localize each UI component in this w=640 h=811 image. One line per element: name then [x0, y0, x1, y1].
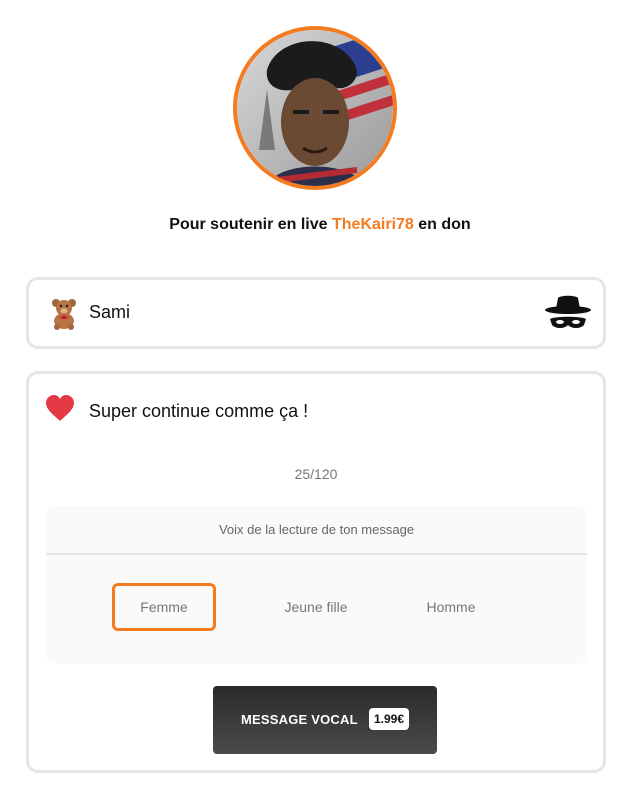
incognito-hat-icon[interactable] — [544, 295, 592, 335]
voice-option-homme[interactable]: Homme — [399, 583, 503, 631]
teddy-bear-icon — [52, 299, 76, 330]
message-input[interactable]: Super continue comme ça ! — [89, 401, 308, 422]
name-field[interactable]: Sami — [26, 277, 606, 349]
support-suffix: en don — [418, 216, 471, 233]
character-counter: 25/120 — [294, 466, 338, 482]
streamer-avatar-image — [237, 30, 393, 186]
message-vocal-button[interactable]: MESSAGE VOCAL 1.99€ — [213, 686, 437, 754]
price-badge: 1.99€ — [369, 708, 410, 730]
divider — [46, 553, 587, 555]
streamer-avatar — [233, 26, 397, 190]
message-card: Super continue comme ça ! 25/120 Voix de… — [26, 371, 606, 773]
voice-title: Voix de la lecture de ton message — [218, 522, 415, 537]
heart-icon — [46, 395, 74, 421]
voice-option-jeune-fille[interactable]: Jeune fille — [264, 583, 368, 631]
voice-selector: Voix de la lecture de ton message Femme … — [46, 506, 587, 664]
support-text: Pour soutenir en live TheKairi78 en don — [0, 216, 640, 234]
support-prefix: Pour soutenir en live — [169, 216, 328, 233]
name-value[interactable]: Sami — [89, 302, 130, 323]
message-vocal-label: MESSAGE VOCAL — [241, 712, 358, 727]
streamer-name[interactable]: TheKairi78 — [332, 216, 414, 233]
voice-option-femme[interactable]: Femme — [112, 583, 216, 631]
